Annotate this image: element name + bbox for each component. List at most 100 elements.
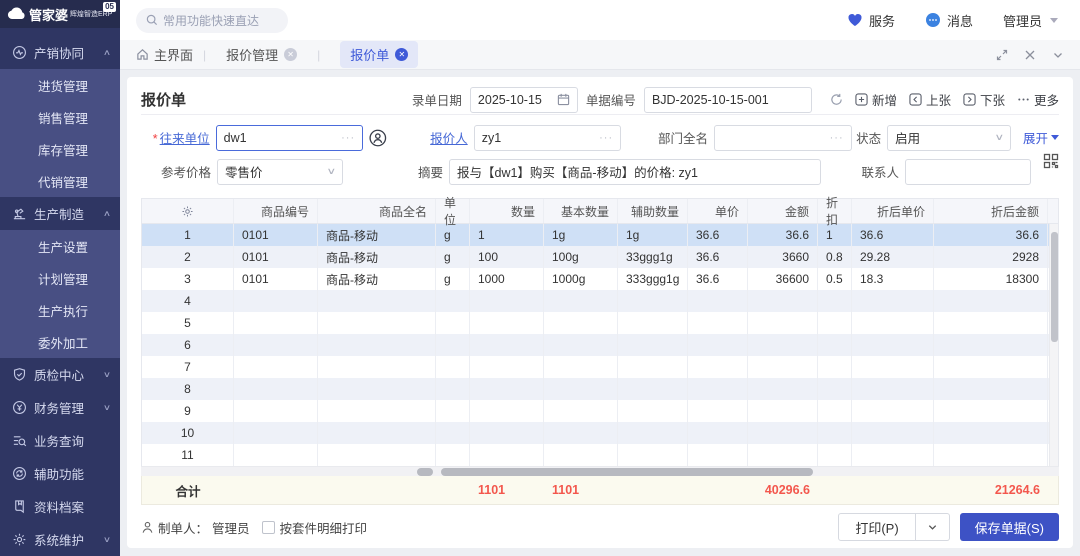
table-row[interactable]: 20101商品-移动g100100g33ggg1g36.636600.829.2… bbox=[142, 246, 1058, 268]
card-title-row: 报价单 录单日期 2025-10-15 单据编号 BJD-2025-10-15-… bbox=[141, 85, 1059, 115]
table-row[interactable]: 7 bbox=[142, 356, 1058, 378]
sidebar-item-生产执行[interactable]: 生产执行 bbox=[0, 294, 120, 326]
tab-home[interactable]: 主界面 bbox=[136, 45, 193, 64]
partner-value: dw1 bbox=[224, 131, 247, 145]
home-icon bbox=[136, 48, 149, 61]
close-tab-icon[interactable]: ✕ bbox=[395, 48, 408, 61]
horizontal-scrollbar-thumb-left[interactable] bbox=[417, 468, 433, 476]
table-row[interactable]: 5 bbox=[142, 312, 1058, 334]
status-select[interactable]: 启用 ∨ bbox=[887, 125, 1011, 151]
table-row[interactable]: 30101商品-移动g10001000g333ggg1g36.6366000.5… bbox=[142, 268, 1058, 290]
chevron-up-icon: ∧ bbox=[103, 48, 111, 57]
tab-报价管理[interactable]: 报价管理✕ bbox=[216, 41, 307, 68]
sidebar-item-委外加工[interactable]: 委外加工 bbox=[0, 326, 120, 358]
table-row[interactable]: 4 bbox=[142, 290, 1058, 312]
table-row[interactable]: 6 bbox=[142, 334, 1058, 356]
sidebar-item-产销协同[interactable]: 产销协同∧ bbox=[0, 36, 120, 69]
cell-金额 bbox=[748, 378, 818, 400]
table-row[interactable]: 11 bbox=[142, 444, 1058, 466]
messages-button[interactable]: 消息 bbox=[925, 11, 973, 30]
required-asterisk: * bbox=[153, 132, 158, 146]
print-dropdown-button[interactable] bbox=[916, 513, 950, 541]
quick-search-input[interactable]: 常用功能快速直达 bbox=[136, 8, 288, 33]
chevron-down-icon: ∨ bbox=[103, 535, 111, 544]
summary-input[interactable]: 报与【dw1】购买【商品-移动】的价格: zy1 bbox=[449, 159, 821, 185]
next-button[interactable]: 下张 bbox=[963, 90, 1005, 109]
table-row[interactable]: 10101商品-移动g11g1g36.636.6136.636.6 bbox=[142, 224, 1058, 246]
tab-menu-chevron-icon[interactable] bbox=[1052, 49, 1064, 61]
sidebar-item-质检中心[interactable]: 质检中心∨ bbox=[0, 358, 120, 391]
sidebar-item-生产设置[interactable]: 生产设置 bbox=[0, 230, 120, 262]
table-row[interactable]: 9 bbox=[142, 400, 1058, 422]
close-all-tabs-icon[interactable] bbox=[1024, 49, 1036, 61]
grid-settings-button[interactable] bbox=[142, 199, 234, 223]
quoter-label[interactable]: 报价人 bbox=[430, 132, 468, 146]
ref-price-select[interactable]: 零售价 ∨ bbox=[217, 159, 343, 185]
user-menu[interactable]: 管理员 bbox=[1003, 11, 1058, 30]
cell-商品编号 bbox=[234, 312, 318, 334]
content-area: 报价单 录单日期 2025-10-15 单据编号 BJD-2025-10-15-… bbox=[120, 70, 1080, 556]
sidebar-item-进货管理[interactable]: 进货管理 bbox=[0, 69, 120, 101]
next-button-label: 下张 bbox=[980, 90, 1005, 109]
app-window: 管家婆 辉煌智造ERP 05 产销协同∧进货管理销售管理库存管理代销管理生产制造… bbox=[0, 0, 1080, 556]
sidebar-item-系统维护[interactable]: 系统维护∨ bbox=[0, 523, 120, 556]
lookup-ellipsis-icon[interactable]: ··· bbox=[599, 132, 613, 144]
cell-折后金额 bbox=[934, 356, 1048, 378]
prev-button[interactable]: 上张 bbox=[909, 90, 951, 109]
calendar-icon[interactable] bbox=[557, 93, 570, 106]
lookup-ellipsis-icon[interactable]: ··· bbox=[341, 132, 355, 144]
more-button[interactable]: 更多 bbox=[1017, 90, 1059, 109]
qr-code-icon[interactable] bbox=[1043, 153, 1059, 169]
table-row[interactable]: 8 bbox=[142, 378, 1058, 400]
total-辅助数量 bbox=[618, 476, 688, 504]
expand-toggle[interactable]: 展开 bbox=[1023, 128, 1059, 147]
cell-基本数量 bbox=[544, 422, 618, 444]
department-input[interactable]: ··· bbox=[714, 125, 852, 151]
lookup-ellipsis-icon[interactable]: ··· bbox=[830, 132, 844, 144]
table-row[interactable]: 10 bbox=[142, 422, 1058, 444]
chevron-down-icon: ∨ bbox=[103, 403, 111, 412]
sidebar-item-业务查询[interactable]: 业务查询 bbox=[0, 424, 120, 457]
new-button[interactable]: 新增 bbox=[855, 90, 897, 109]
service-button[interactable]: 服务 bbox=[847, 11, 895, 30]
quoter-input[interactable]: zy1 ··· bbox=[474, 125, 621, 151]
vertical-scrollbar[interactable] bbox=[1049, 224, 1058, 466]
search-list-icon bbox=[12, 433, 27, 448]
sidebar-item-计划管理[interactable]: 计划管理 bbox=[0, 262, 120, 294]
sidebar-item-销售管理[interactable]: 销售管理 bbox=[0, 101, 120, 133]
horizontal-scrollbar-thumb[interactable] bbox=[441, 468, 813, 476]
sidebar-item-代销管理[interactable]: 代销管理 bbox=[0, 165, 120, 197]
row-number: 11 bbox=[142, 444, 234, 466]
vertical-scrollbar-thumb[interactable] bbox=[1051, 232, 1058, 342]
cell-数量 bbox=[470, 422, 544, 444]
horizontal-scrollbar[interactable] bbox=[141, 466, 1059, 476]
select-contact-icon[interactable] bbox=[369, 129, 387, 147]
cell-基本数量 bbox=[544, 334, 618, 356]
print-button[interactable]: 打印(P) bbox=[838, 513, 915, 541]
partner-input[interactable]: dw1 ··· bbox=[216, 125, 363, 151]
sidebar-item-辅助功能[interactable]: 辅助功能 bbox=[0, 457, 120, 490]
tab-label: 报价单 bbox=[350, 45, 389, 64]
refresh-button[interactable] bbox=[830, 93, 843, 106]
tab-报价单[interactable]: 报价单 ✕ bbox=[340, 41, 418, 68]
row-number: 4 bbox=[142, 290, 234, 312]
tab-separator: | bbox=[203, 48, 206, 62]
sidebar-item-资料档案[interactable]: 资料档案 bbox=[0, 490, 120, 523]
checkbox-unchecked-icon[interactable] bbox=[262, 521, 275, 534]
doc-no-input[interactable]: BJD-2025-10-15-001 bbox=[644, 87, 812, 113]
expand-window-icon[interactable] bbox=[996, 49, 1008, 61]
chevron-down-icon: ∨ bbox=[327, 166, 337, 177]
cell-单位 bbox=[436, 290, 470, 312]
sidebar-item-库存管理[interactable]: 库存管理 bbox=[0, 133, 120, 165]
cell-辅助数量 bbox=[618, 290, 688, 312]
sidebar-item-财务管理[interactable]: 财务管理∨ bbox=[0, 391, 120, 424]
partner-label[interactable]: 往来单位 bbox=[160, 132, 210, 146]
close-tab-icon[interactable]: ✕ bbox=[284, 48, 297, 61]
contact-input[interactable] bbox=[905, 159, 1031, 185]
cell-基本数量 bbox=[544, 356, 618, 378]
cell-数量: 100 bbox=[470, 246, 544, 268]
record-date-input[interactable]: 2025-10-15 bbox=[470, 87, 578, 113]
sidebar-item-生产制造[interactable]: 生产制造∧ bbox=[0, 197, 120, 230]
save-button[interactable]: 保存单据(S) bbox=[960, 513, 1059, 541]
print-detail-checkbox-row[interactable]: 按套件明细打印 bbox=[262, 518, 368, 537]
